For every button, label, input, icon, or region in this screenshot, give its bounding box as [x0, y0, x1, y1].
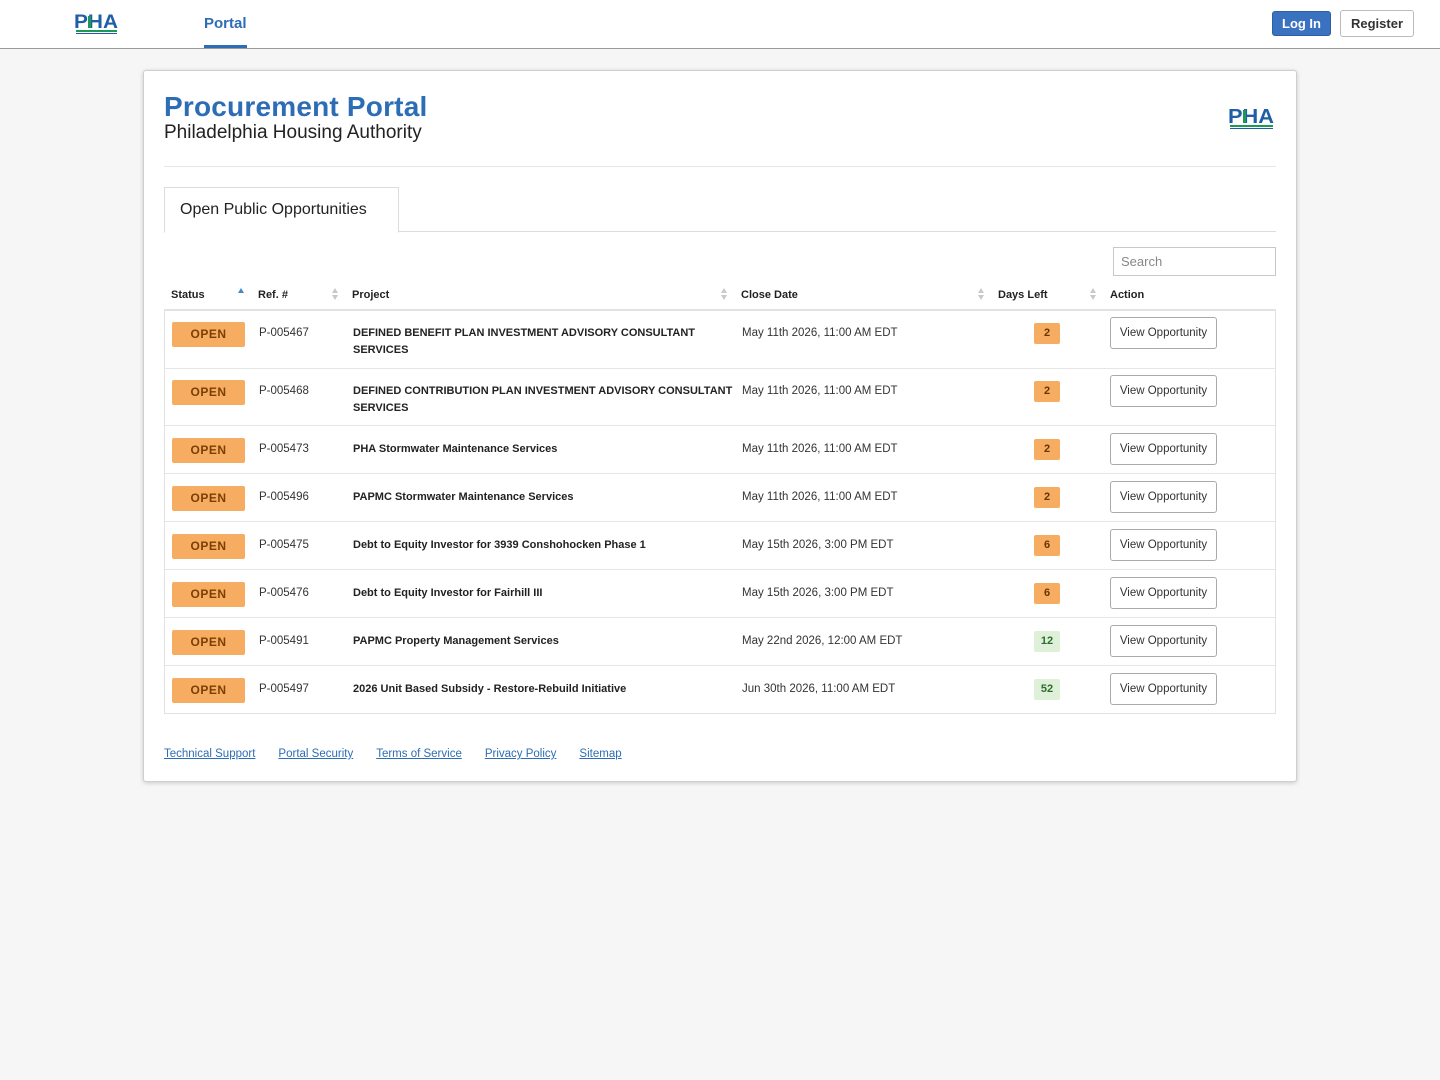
- login-button[interactable]: Log In: [1272, 11, 1331, 36]
- footer-links: Technical Support Portal Security Terms …: [164, 748, 622, 760]
- view-opportunity-button[interactable]: View Opportunity: [1110, 317, 1217, 349]
- view-opportunity-button[interactable]: View Opportunity: [1110, 625, 1217, 657]
- sort-icon[interactable]: [332, 288, 339, 301]
- close-date: May 22nd 2026, 12:00 AM EDT: [742, 635, 903, 647]
- table-row: OPEN P-005467 DEFINED BENEFIT PLAN INVES…: [165, 311, 1275, 368]
- status-badge: OPEN: [172, 486, 245, 511]
- opportunities-table: Status Ref. # Project Close Date Days Le…: [164, 281, 1276, 714]
- col-header-close-date[interactable]: Close Date: [741, 289, 798, 301]
- status-badge: OPEN: [172, 322, 245, 347]
- close-date: May 11th 2026, 11:00 AM EDT: [742, 385, 898, 397]
- top-navbar: PHA Portal Log In Register: [0, 0, 1440, 49]
- close-date: May 15th 2026, 3:00 PM EDT: [742, 587, 894, 599]
- days-left-badge: 6: [1034, 535, 1060, 556]
- ref-number: P-005475: [259, 539, 309, 551]
- col-header-days-left[interactable]: Days Left: [998, 289, 1048, 301]
- project-name: PAPMC Property Management Services: [353, 635, 559, 647]
- project-name: 2026 Unit Based Subsidy - Restore-Rebuil…: [353, 683, 627, 695]
- table-row: OPEN P-005491 PAPMC Property Management …: [165, 617, 1275, 665]
- project-name: Debt to Equity Investor for 3939 Conshoh…: [353, 539, 646, 551]
- pha-logo-text: PHA: [74, 12, 118, 33]
- table-body: OPEN P-005467 DEFINED BENEFIT PLAN INVES…: [164, 311, 1276, 714]
- table-row: OPEN P-005468 DEFINED CONTRIBUTION PLAN …: [165, 368, 1275, 425]
- close-date: May 15th 2026, 3:00 PM EDT: [742, 539, 894, 551]
- project-name: Debt to Equity Investor for Fairhill III: [353, 587, 543, 599]
- table-row: OPEN P-005496 PAPMC Stormwater Maintenan…: [165, 473, 1275, 521]
- search-input[interactable]: [1113, 247, 1276, 276]
- status-badge: OPEN: [172, 380, 245, 405]
- view-opportunity-button[interactable]: View Opportunity: [1110, 481, 1217, 513]
- ref-number: P-005473: [259, 443, 309, 455]
- col-header-ref[interactable]: Ref. #: [258, 289, 288, 301]
- view-opportunity-button[interactable]: View Opportunity: [1110, 375, 1217, 407]
- ref-number: P-005496: [259, 491, 309, 503]
- days-left-badge: 2: [1034, 487, 1060, 508]
- pha-logo-header-text: PHA: [1228, 106, 1274, 128]
- footer-link-privacy-policy[interactable]: Privacy Policy: [485, 748, 557, 760]
- days-left-badge: 2: [1034, 439, 1060, 460]
- tab-open-public-opportunities[interactable]: Open Public Opportunities: [164, 187, 399, 233]
- footer-link-sitemap[interactable]: Sitemap: [579, 748, 621, 760]
- days-left-badge: 2: [1034, 381, 1060, 402]
- portal-card: Procurement Portal Philadelphia Housing …: [143, 70, 1297, 782]
- days-left-badge: 2: [1034, 323, 1060, 344]
- days-left-badge: 6: [1034, 583, 1060, 604]
- days-left-badge: 12: [1034, 631, 1060, 652]
- table-row: OPEN P-005476 Debt to Equity Investor fo…: [165, 569, 1275, 617]
- footer-link-technical-support[interactable]: Technical Support: [164, 748, 255, 760]
- pha-logo[interactable]: PHA: [74, 12, 119, 36]
- page-title: Procurement Portal: [164, 91, 428, 122]
- view-opportunity-button[interactable]: View Opportunity: [1110, 433, 1217, 465]
- project-name: DEFINED BENEFIT PLAN INVESTMENT ADVISORY…: [353, 327, 696, 356]
- status-badge: OPEN: [172, 582, 245, 607]
- close-date: May 11th 2026, 11:00 AM EDT: [742, 443, 898, 455]
- pha-logo-header: PHA: [1228, 106, 1275, 131]
- footer-link-portal-security[interactable]: Portal Security: [278, 748, 353, 760]
- sort-icon[interactable]: [978, 288, 985, 301]
- col-header-status[interactable]: Status: [171, 289, 205, 301]
- col-header-action: Action: [1110, 289, 1145, 301]
- view-opportunity-button[interactable]: View Opportunity: [1110, 577, 1217, 609]
- view-opportunity-button[interactable]: View Opportunity: [1110, 673, 1217, 705]
- nav-tab-portal[interactable]: Portal: [204, 0, 247, 48]
- sort-icon[interactable]: [721, 288, 728, 301]
- sort-asc-icon[interactable]: [238, 288, 245, 301]
- sort-icon[interactable]: [1090, 288, 1097, 301]
- close-date: May 11th 2026, 11:00 AM EDT: [742, 327, 898, 339]
- status-badge: OPEN: [172, 534, 245, 559]
- table-row: OPEN P-005475 Debt to Equity Investor fo…: [165, 521, 1275, 569]
- table-header: Status Ref. # Project Close Date Days Le…: [164, 281, 1276, 311]
- ref-number: P-005467: [259, 327, 309, 339]
- col-header-project[interactable]: Project: [352, 289, 389, 301]
- ref-number: P-005476: [259, 587, 309, 599]
- close-date: May 11th 2026, 11:00 AM EDT: [742, 491, 898, 503]
- ref-number: P-005468: [259, 385, 309, 397]
- ref-number: P-005497: [259, 683, 309, 695]
- status-badge: OPEN: [172, 630, 245, 655]
- footer-link-terms-of-service[interactable]: Terms of Service: [376, 748, 462, 760]
- view-opportunity-button[interactable]: View Opportunity: [1110, 529, 1217, 561]
- status-badge: OPEN: [172, 678, 245, 703]
- page-subtitle: Philadelphia Housing Authority: [164, 122, 422, 143]
- project-name: PAPMC Stormwater Maintenance Services: [353, 491, 574, 503]
- days-left-badge: 52: [1034, 679, 1060, 700]
- register-button[interactable]: Register: [1340, 10, 1414, 37]
- status-badge: OPEN: [172, 438, 245, 463]
- table-row: OPEN P-005473 PHA Stormwater Maintenance…: [165, 425, 1275, 473]
- close-date: Jun 30th 2026, 11:00 AM EDT: [742, 683, 896, 695]
- table-row: OPEN P-005497 2026 Unit Based Subsidy - …: [165, 665, 1275, 713]
- header-divider: [164, 166, 1276, 167]
- project-name: DEFINED CONTRIBUTION PLAN INVESTMENT ADV…: [353, 385, 733, 414]
- ref-number: P-005491: [259, 635, 309, 647]
- project-name: PHA Stormwater Maintenance Services: [353, 443, 558, 455]
